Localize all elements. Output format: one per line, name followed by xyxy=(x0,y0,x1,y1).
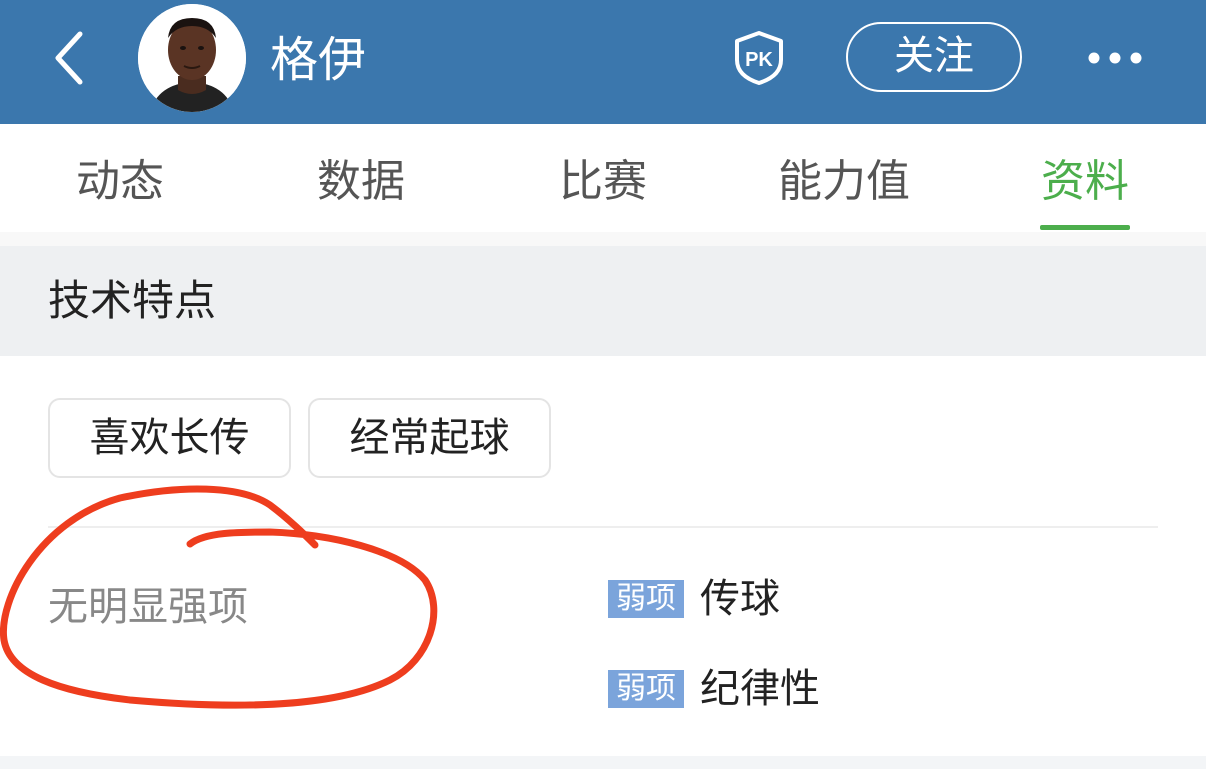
more-icon xyxy=(1088,52,1142,64)
player-photo-icon xyxy=(138,4,246,112)
feature-tag: 经常起球 xyxy=(308,398,551,478)
tab-dynamics[interactable]: 动态 xyxy=(76,154,164,210)
tab-ability[interactable]: 能力值 xyxy=(778,154,910,210)
tab-profile[interactable]: 资料 xyxy=(1041,154,1129,210)
player-name: 格伊 xyxy=(270,32,367,88)
tech-features-content: 喜欢长传 经常起球 无明显强项 弱项 传球 弱项 纪律性 xyxy=(0,356,1206,756)
section-header: 技术特点 xyxy=(0,246,1206,356)
weakness-badge: 弱项 xyxy=(608,670,684,708)
player-avatar[interactable] xyxy=(138,4,246,112)
weakness-label: 纪律性 xyxy=(700,666,820,712)
active-tab-indicator xyxy=(1040,225,1130,230)
pk-icon: PK xyxy=(735,31,783,85)
pk-label: PK xyxy=(745,49,773,71)
more-button[interactable] xyxy=(1080,38,1150,78)
back-button[interactable] xyxy=(40,28,100,88)
section-title: 技术特点 xyxy=(48,276,217,325)
divider-strip xyxy=(0,232,1206,246)
bottom-strip xyxy=(0,756,1206,769)
follow-button[interactable]: 关注 xyxy=(846,22,1022,92)
weakness-badge: 弱项 xyxy=(608,580,684,618)
weakness-label: 传球 xyxy=(700,576,780,622)
back-chevron-icon xyxy=(55,31,83,85)
pk-button[interactable]: PK xyxy=(733,30,785,86)
feature-tag: 喜欢长传 xyxy=(48,398,291,478)
divider xyxy=(48,526,1158,528)
strengths-text: 无明显强项 xyxy=(48,584,248,630)
tab-bar: 动态 数据 比赛 能力值 资料 xyxy=(0,124,1206,232)
tab-matches[interactable]: 比赛 xyxy=(559,154,647,210)
weakness-item: 弱项 传球 xyxy=(608,571,780,627)
weakness-item: 弱项 纪律性 xyxy=(608,661,820,717)
top-bar: 格伊 PK 关注 xyxy=(0,0,1206,124)
tab-data[interactable]: 数据 xyxy=(317,154,405,210)
